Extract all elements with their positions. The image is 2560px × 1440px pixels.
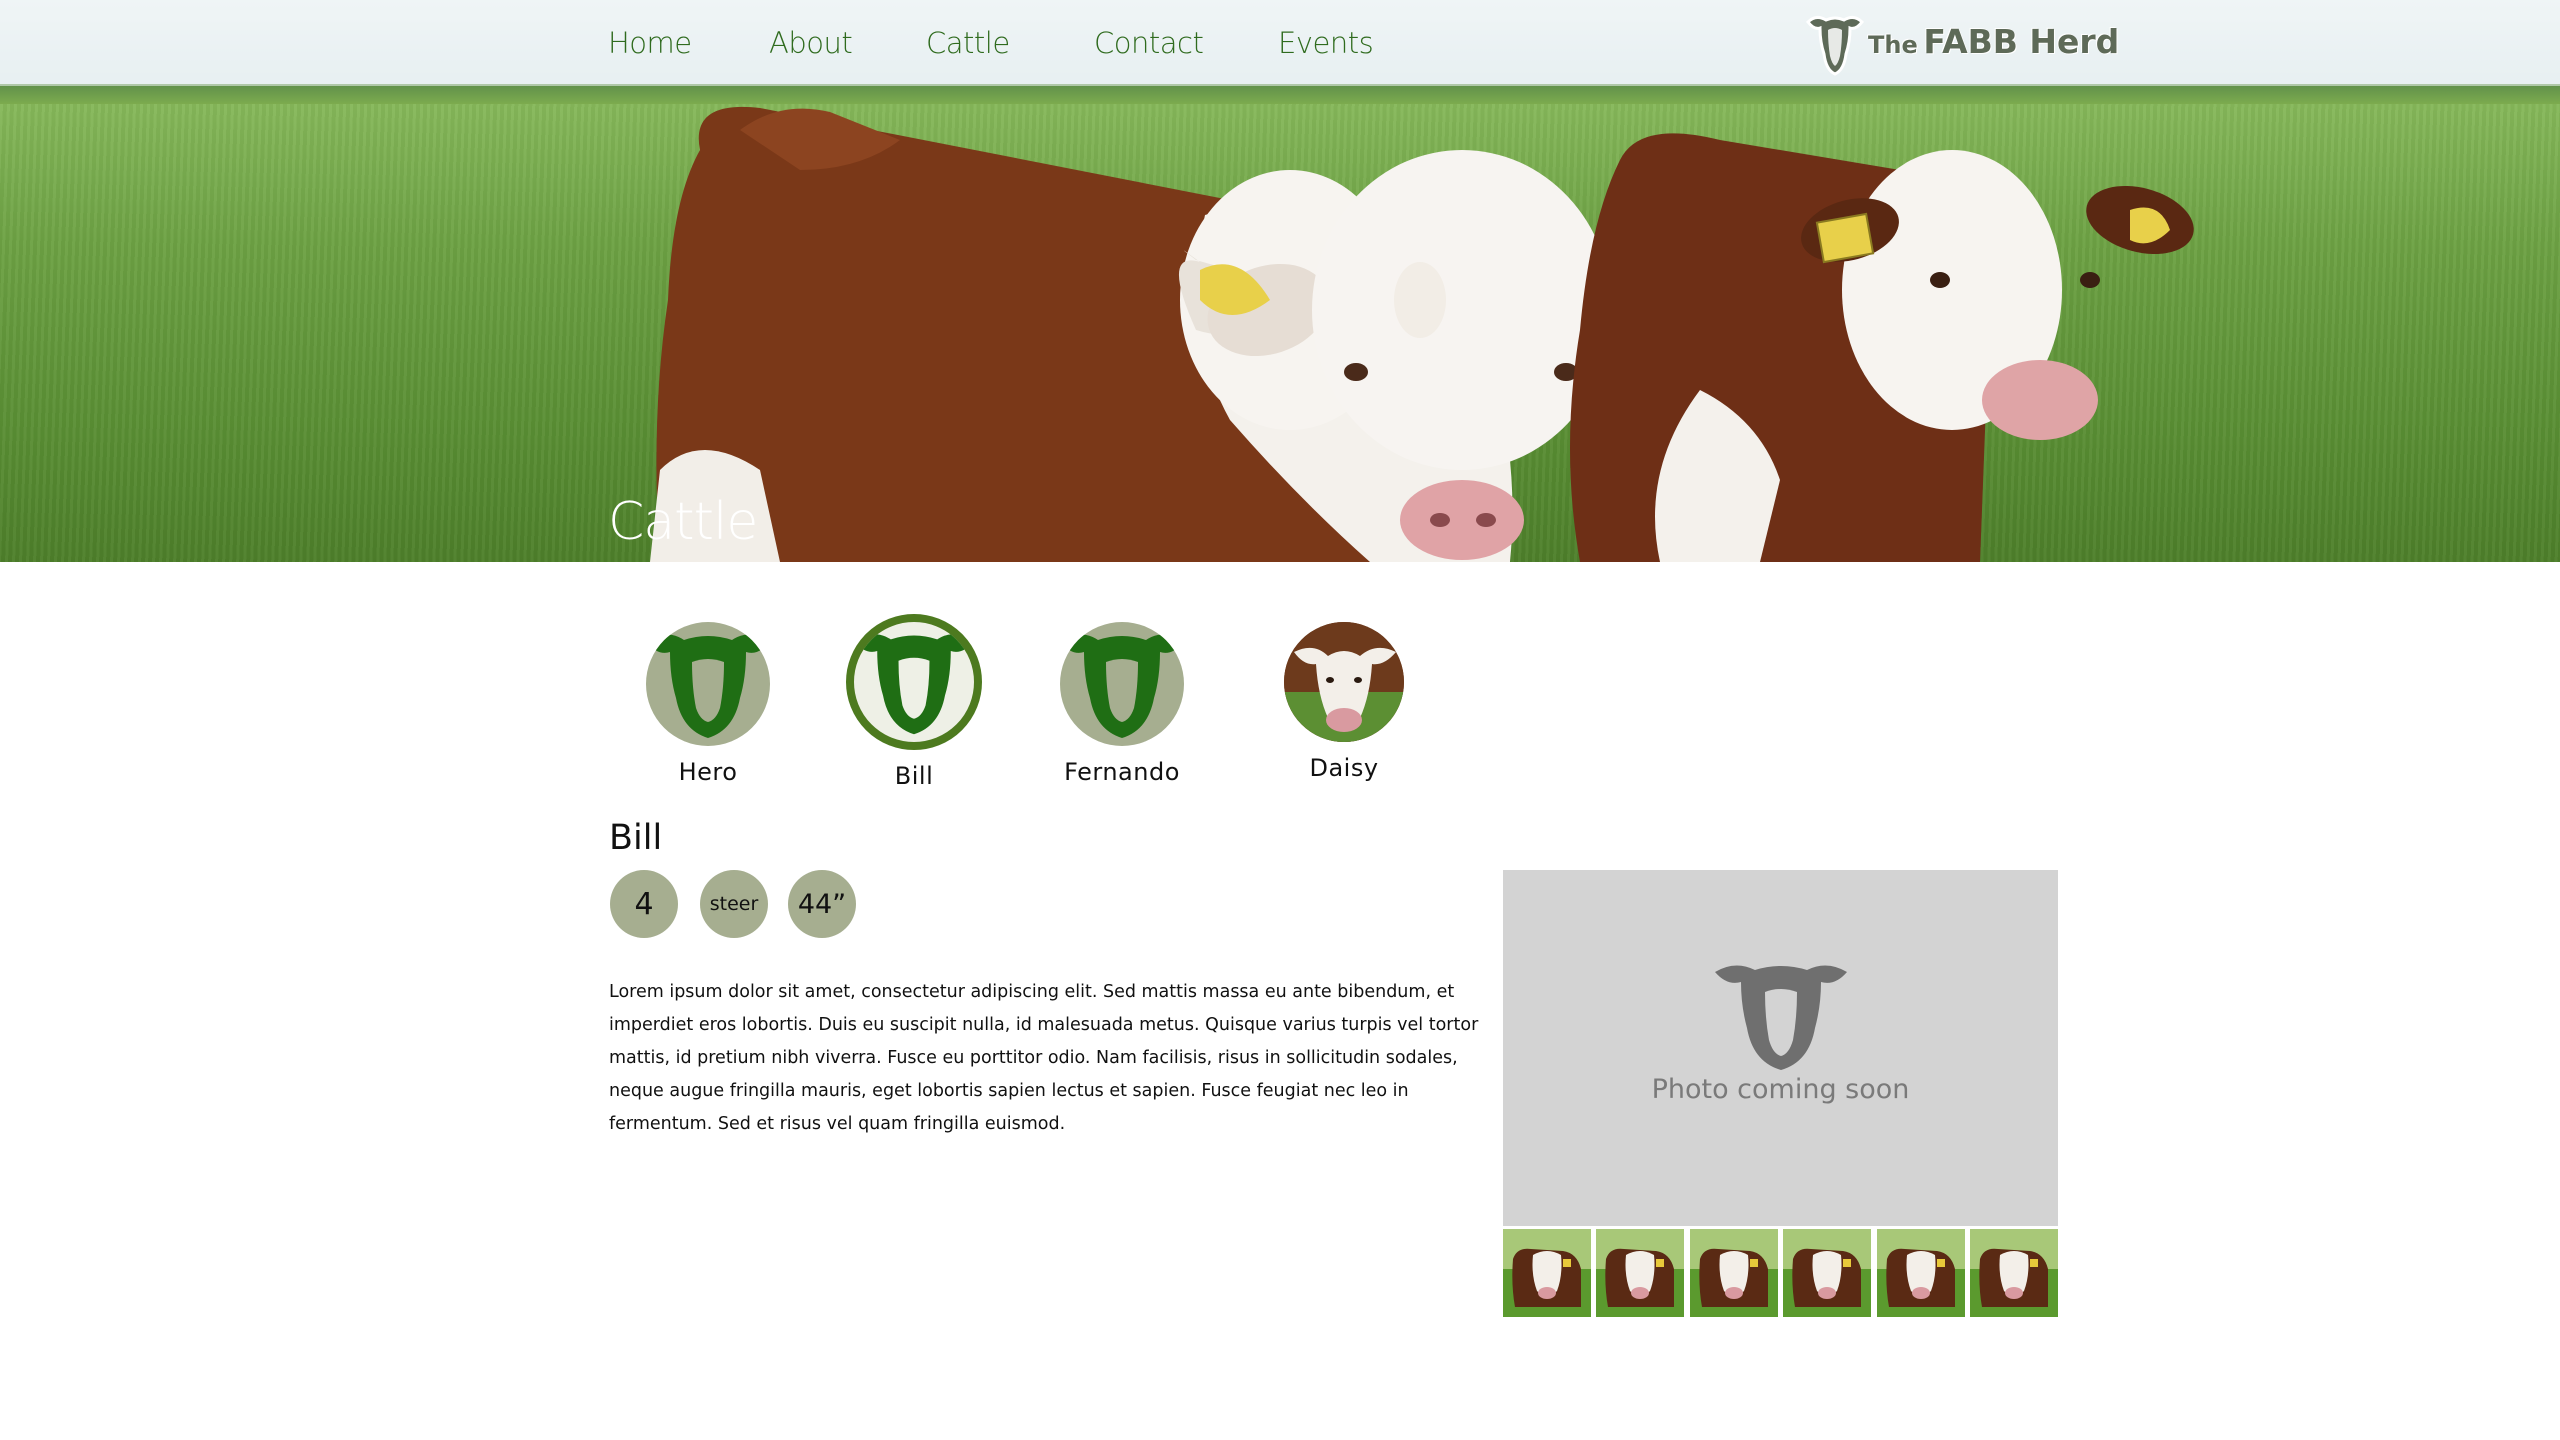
cattle-photo-avatar xyxy=(1284,622,1404,742)
cow-thumbnail-image xyxy=(1596,1229,1684,1317)
photo-thumbnail[interactable] xyxy=(1877,1229,1965,1317)
photo-thumbnail[interactable] xyxy=(1596,1229,1684,1317)
photo-thumbnail[interactable] xyxy=(1783,1229,1871,1317)
nav-home[interactable]: Home xyxy=(608,26,692,60)
cow-head-logo-icon xyxy=(1806,15,1864,76)
cow-thumbnail-image xyxy=(1783,1229,1871,1317)
cow-thumbnail-image xyxy=(1503,1229,1591,1317)
type-badge: steer xyxy=(700,870,768,938)
cattle-avatar xyxy=(646,622,770,746)
cattle-name: Fernando xyxy=(1064,758,1180,786)
photo-thumbnail[interactable] xyxy=(1690,1229,1778,1317)
logo-name: FABB Herd xyxy=(1923,22,2120,61)
logo-prefix: The xyxy=(1868,31,1918,59)
cow-thumbnail-image xyxy=(1877,1229,1965,1317)
cow-head-icon xyxy=(1715,965,1847,1070)
cow-thumbnail-image xyxy=(1970,1229,2058,1317)
nav-events[interactable]: Events xyxy=(1278,26,1374,60)
cattle-avatar xyxy=(1060,622,1184,746)
cow-left xyxy=(650,107,1717,562)
age-badge: 4 xyxy=(610,870,678,938)
nav-contact[interactable]: Contact xyxy=(1094,26,1204,60)
nav-cattle[interactable]: Cattle xyxy=(926,26,1010,60)
cattle-avatar-selected xyxy=(846,614,982,750)
cow-head-icon xyxy=(1060,634,1184,738)
cow-head-icon xyxy=(854,634,974,735)
cattle-item-fernando[interactable]: Fernando xyxy=(1042,622,1202,786)
cattle-name: Bill xyxy=(894,762,934,790)
cattle-name: Daisy xyxy=(1309,754,1379,782)
cow-thumbnail-image xyxy=(1690,1229,1778,1317)
cow-head-icon xyxy=(646,634,770,738)
cattle-item-bill[interactable]: Bill xyxy=(834,614,994,790)
page-title: Cattle xyxy=(608,492,758,552)
nav-about[interactable]: About xyxy=(769,26,853,60)
cow-photo xyxy=(1284,622,1404,742)
cow-right xyxy=(1570,133,2194,562)
cattle-detail-name: Bill xyxy=(609,818,663,858)
cattle-item-hero[interactable]: Hero xyxy=(628,622,788,786)
photo-thumbnail[interactable] xyxy=(1970,1229,2058,1317)
cattle-description: Lorem ipsum dolor sit amet, consectetur … xyxy=(609,982,1479,1134)
photo-coming-soon: Photo coming soon xyxy=(1651,1074,1910,1105)
height-badge: 44” xyxy=(788,870,856,938)
hero-banner: Home About Cattle Contact Events The FAB… xyxy=(0,0,2560,562)
photo-thumbnail[interactable] xyxy=(1503,1229,1591,1317)
cattle-item-daisy[interactable]: Daisy xyxy=(1264,622,1424,782)
cattle-name: Hero xyxy=(678,758,738,786)
site-logo[interactable]: The FABB Herd xyxy=(1802,8,2119,84)
photo-placeholder: Photo coming soon xyxy=(1503,870,2058,1226)
logo-text: The FABB Herd xyxy=(1868,22,2119,61)
